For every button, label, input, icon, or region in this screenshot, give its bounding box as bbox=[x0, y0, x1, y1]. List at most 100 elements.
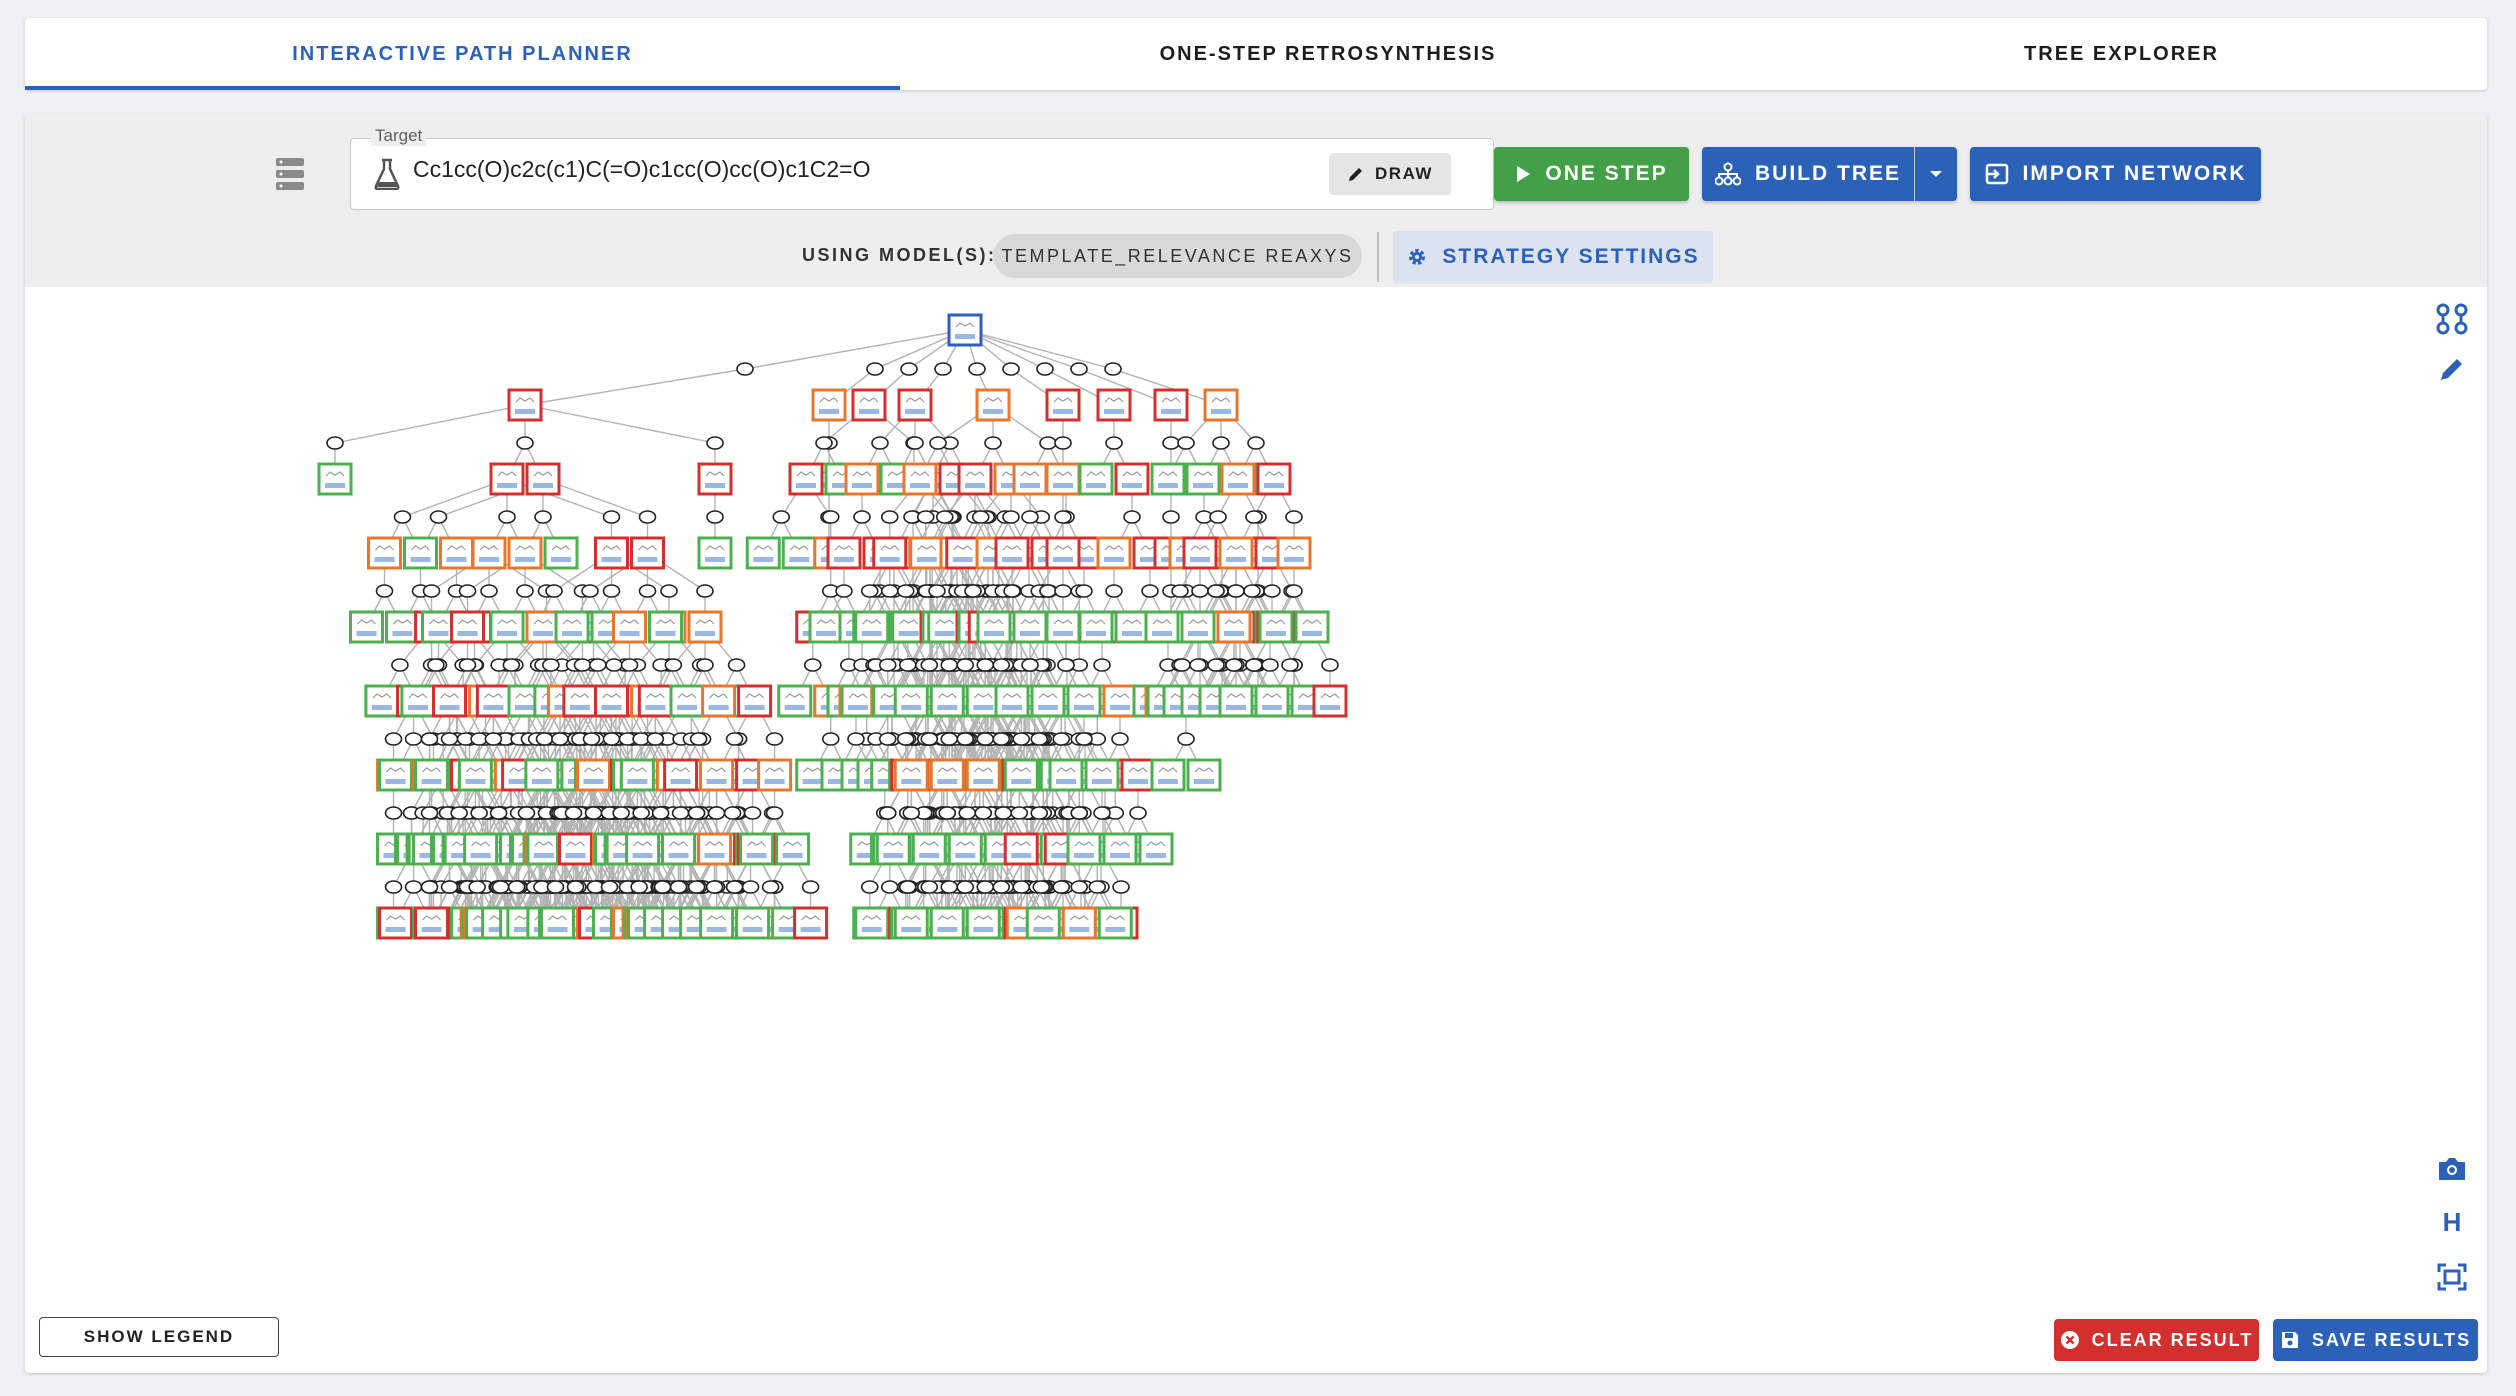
reaction-node[interactable] bbox=[880, 584, 899, 598]
chemical-node[interactable] bbox=[648, 610, 683, 644]
reaction-node[interactable] bbox=[480, 584, 498, 598]
chemical-node[interactable] bbox=[854, 906, 890, 940]
chemical-node[interactable] bbox=[630, 536, 665, 570]
reaction-node[interactable] bbox=[470, 806, 488, 820]
chemical-node[interactable] bbox=[957, 462, 993, 496]
reaction-node[interactable] bbox=[1070, 362, 1088, 376]
reaction-node[interactable] bbox=[566, 880, 585, 894]
reaction-node[interactable] bbox=[440, 880, 459, 894]
reaction-node[interactable] bbox=[741, 880, 760, 894]
reaction-node[interactable] bbox=[651, 806, 670, 820]
chemical-node[interactable] bbox=[378, 906, 414, 940]
reaction-node[interactable] bbox=[638, 584, 657, 598]
chemical-node[interactable] bbox=[400, 684, 436, 718]
reaction-node[interactable] bbox=[422, 584, 441, 598]
reaction-node[interactable] bbox=[815, 436, 833, 450]
chemical-node[interactable] bbox=[367, 536, 402, 570]
reaction-node[interactable] bbox=[602, 732, 621, 746]
reaction-node[interactable] bbox=[458, 658, 477, 672]
reaction-node[interactable] bbox=[871, 436, 889, 450]
reaction-node[interactable] bbox=[612, 806, 630, 820]
reaction-node[interactable] bbox=[404, 732, 423, 746]
reaction-node[interactable] bbox=[517, 806, 536, 820]
chemical-node[interactable] bbox=[851, 388, 887, 422]
reaction-node[interactable] bbox=[546, 880, 565, 894]
retrosynthesis-tree[interactable] bbox=[25, 287, 2487, 1373]
reaction-node[interactable] bbox=[821, 732, 840, 746]
reaction-node[interactable] bbox=[664, 658, 683, 672]
chemical-node[interactable] bbox=[875, 832, 911, 866]
chemical-node[interactable] bbox=[661, 832, 697, 866]
reaction-node[interactable] bbox=[632, 806, 650, 820]
reaction-node[interactable] bbox=[898, 658, 917, 672]
build-tree-button[interactable]: BUILD TREE bbox=[1702, 147, 1914, 201]
reaction-node[interactable] bbox=[727, 658, 746, 672]
chemical-node[interactable] bbox=[385, 610, 420, 644]
chemical-node[interactable] bbox=[669, 684, 705, 718]
chemical-node[interactable] bbox=[471, 536, 507, 570]
chemical-node[interactable] bbox=[745, 536, 781, 570]
chemical-node[interactable] bbox=[687, 610, 723, 644]
chemical-node[interactable] bbox=[781, 536, 817, 570]
reaction-node[interactable] bbox=[707, 806, 726, 820]
chemical-node[interactable] bbox=[525, 462, 561, 496]
chemical-node[interactable] bbox=[826, 536, 862, 570]
reaction-node[interactable] bbox=[940, 732, 959, 746]
reaction-node[interactable] bbox=[375, 584, 394, 598]
reaction-node[interactable] bbox=[507, 880, 526, 894]
model-chip[interactable]: TEMPLATE_RELEVANCE REAXYS bbox=[993, 234, 1362, 278]
reaction-node[interactable] bbox=[551, 732, 569, 746]
reaction-node[interactable] bbox=[468, 880, 486, 894]
chemical-node[interactable] bbox=[699, 906, 735, 940]
reaction-node[interactable] bbox=[516, 584, 534, 598]
chemical-node[interactable] bbox=[421, 610, 456, 644]
chemical-node[interactable] bbox=[735, 906, 771, 940]
chemical-node[interactable] bbox=[378, 758, 414, 792]
reaction-node[interactable] bbox=[866, 362, 884, 376]
chemical-node[interactable] bbox=[697, 462, 733, 496]
chemical-node[interactable] bbox=[619, 758, 655, 792]
reaction-node[interactable] bbox=[393, 510, 412, 524]
chemical-node[interactable] bbox=[489, 610, 525, 644]
reaction-node[interactable] bbox=[902, 806, 921, 820]
tab-interactive-path-planner[interactable]: INTERACTIVE PATH PLANNER bbox=[25, 18, 900, 90]
chemical-node[interactable] bbox=[475, 684, 511, 718]
reaction-node[interactable] bbox=[602, 584, 621, 598]
reaction-node[interactable] bbox=[860, 880, 879, 894]
reaction-node[interactable] bbox=[420, 732, 439, 746]
chemical-node[interactable] bbox=[457, 758, 493, 792]
reaction-node[interactable] bbox=[706, 510, 724, 524]
tab-one-step-retrosynthesis[interactable]: ONE-STEP RETROSYNTHESIS bbox=[900, 18, 1756, 90]
reaction-node[interactable] bbox=[920, 658, 939, 672]
reaction-node[interactable] bbox=[880, 880, 899, 894]
chemical-node[interactable] bbox=[540, 906, 575, 940]
reaction-node[interactable] bbox=[765, 732, 784, 746]
reaction-node[interactable] bbox=[404, 880, 423, 894]
chemical-node[interactable] bbox=[945, 536, 981, 570]
chemical-node[interactable] bbox=[364, 684, 400, 718]
reaction-node[interactable] bbox=[723, 806, 742, 820]
reaction-node[interactable] bbox=[660, 584, 678, 598]
reaction-node[interactable] bbox=[581, 584, 599, 598]
reaction-node[interactable] bbox=[391, 658, 409, 672]
chemical-node[interactable] bbox=[777, 684, 813, 718]
tab-tree-explorer[interactable]: TREE EXPLORER bbox=[1756, 18, 2487, 90]
reaction-node[interactable] bbox=[669, 880, 688, 894]
reaction-node[interactable] bbox=[384, 732, 403, 746]
chemical-node[interactable] bbox=[699, 758, 735, 792]
draw-button[interactable]: DRAW bbox=[1329, 153, 1451, 195]
reaction-node[interactable] bbox=[736, 362, 754, 376]
reaction-node[interactable] bbox=[573, 658, 592, 672]
reaction-node[interactable] bbox=[484, 732, 503, 746]
reaction-node[interactable] bbox=[489, 806, 508, 820]
build-tree-options-button[interactable] bbox=[1915, 147, 1957, 201]
reaction-node[interactable] bbox=[801, 880, 820, 894]
reaction-node[interactable] bbox=[898, 880, 917, 894]
reaction-node[interactable] bbox=[929, 436, 947, 450]
chemical-node[interactable] bbox=[844, 462, 880, 496]
reaction-node[interactable] bbox=[534, 510, 552, 524]
reaction-node[interactable] bbox=[706, 436, 724, 450]
retrosynthesis-tree-canvas[interactable]: H bbox=[25, 287, 2487, 1373]
reaction-node[interactable] bbox=[835, 584, 853, 598]
reaction-node[interactable] bbox=[516, 436, 534, 450]
